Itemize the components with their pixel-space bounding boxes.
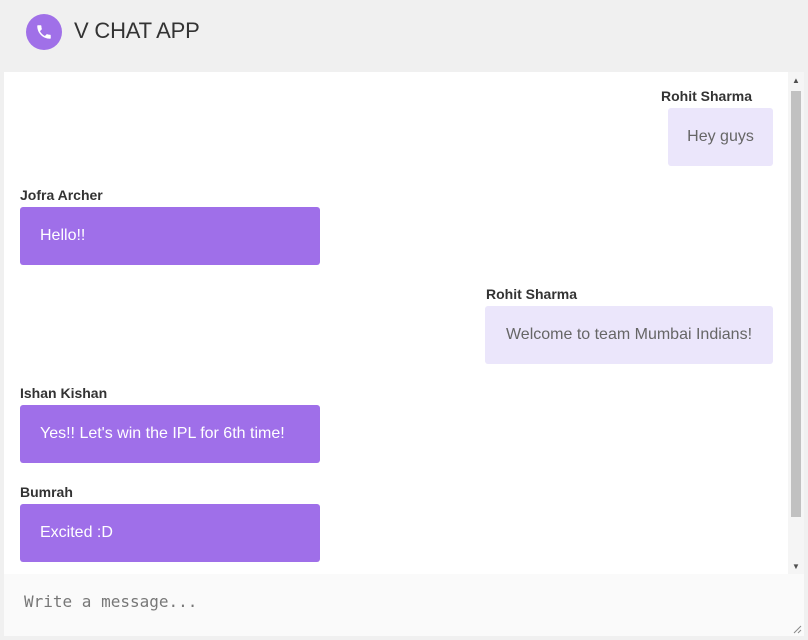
- message-list[interactable]: Rohit Sharma Hey guys Jofra Archer Hello…: [4, 72, 788, 574]
- phone-icon: [26, 14, 62, 50]
- chat-app: V CHAT APP Rohit Sharma Hey guys Jofra A…: [0, 0, 808, 640]
- message-list-scrollbar[interactable]: ▲ ▼: [788, 72, 804, 574]
- message-bubble: Yes!! Let's win the IPL for 6th time!: [20, 405, 320, 463]
- message-sender: Ishan Kishan: [20, 385, 108, 401]
- message-bubble: Hello!!: [20, 207, 320, 265]
- message-bubble: Excited :D: [20, 504, 320, 562]
- message-sender: Jofra Archer: [20, 187, 103, 203]
- message-composer: [4, 574, 804, 636]
- scroll-down-arrow-icon[interactable]: ▼: [788, 558, 804, 574]
- message-sender: Rohit Sharma: [660, 88, 752, 104]
- resize-handle-icon[interactable]: [792, 624, 802, 634]
- message-bubble: Hey guys: [668, 108, 773, 166]
- message-input[interactable]: [4, 574, 804, 636]
- scroll-up-arrow-icon[interactable]: ▲: [788, 72, 804, 88]
- message-sender: Rohit Sharma: [486, 286, 578, 302]
- app-title: V CHAT APP: [74, 18, 200, 43]
- app-header: V CHAT APP: [4, 0, 808, 72]
- scrollbar-thumb[interactable]: [791, 91, 801, 517]
- message-sender: Bumrah: [20, 484, 73, 500]
- message-bubble: Welcome to team Mumbai Indians!: [485, 306, 773, 364]
